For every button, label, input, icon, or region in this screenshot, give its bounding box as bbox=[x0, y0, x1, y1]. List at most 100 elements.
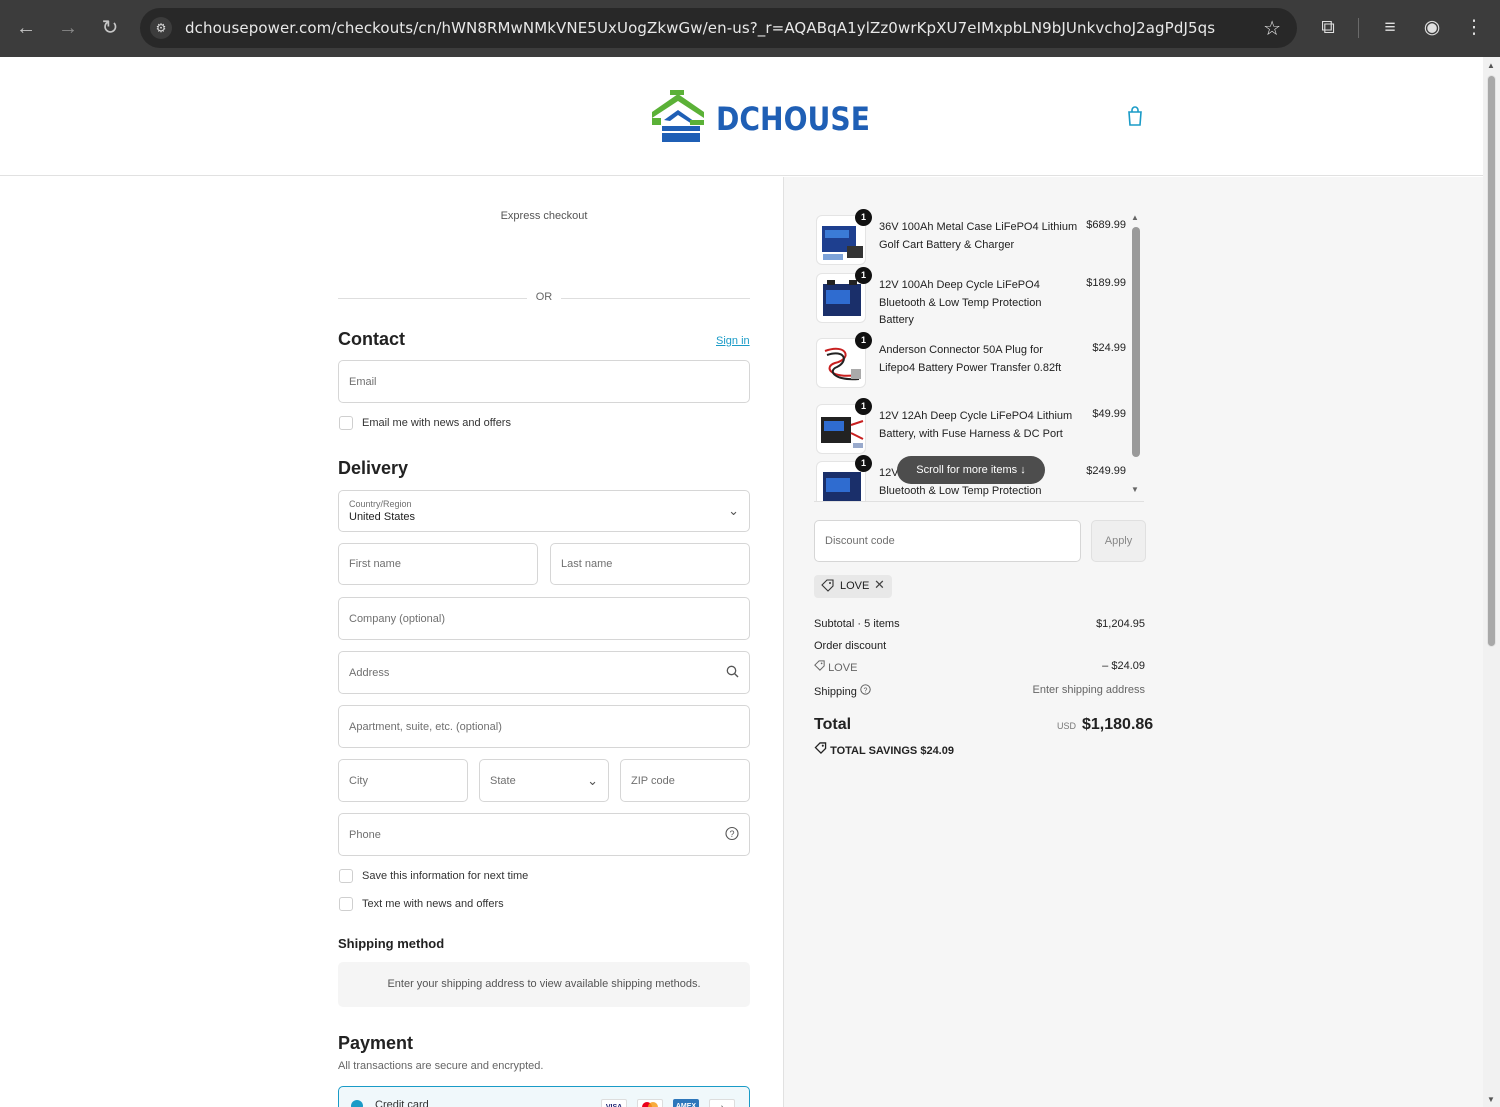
extensions-icon[interactable]: ⧉ bbox=[1314, 14, 1342, 42]
discount-value: – $24.09 bbox=[1102, 660, 1145, 672]
back-icon[interactable]: ← bbox=[12, 14, 40, 42]
shipping-label: Shipping bbox=[814, 686, 857, 698]
savings-value: $24.09 bbox=[920, 745, 954, 757]
cart-item: 1 36V 100Ah Metal Case LiFePO4 Lithium G… bbox=[814, 209, 1128, 273]
city-placeholder: City bbox=[349, 774, 368, 787]
toolbar-divider bbox=[1358, 18, 1359, 38]
shipping-method-notice: Enter your shipping address to view avai… bbox=[338, 962, 750, 1007]
country-label: Country/Region bbox=[349, 499, 412, 509]
cart-item: 1 Anderson Connector 50A Plug for Lifepo… bbox=[814, 332, 1128, 396]
total-label: Total bbox=[814, 716, 852, 733]
forward-icon[interactable]: → bbox=[54, 14, 82, 42]
cart-item: 1 12V 12Ah Deep Cycle LiFePO4 Lithium Ba… bbox=[814, 398, 1128, 462]
quantity-badge: 1 bbox=[855, 398, 872, 415]
express-checkout-label: Express checkout bbox=[500, 210, 588, 222]
or-label: OR bbox=[527, 291, 561, 303]
applied-code: LOVE bbox=[840, 580, 870, 592]
city-field[interactable]: City bbox=[338, 759, 468, 802]
scroll-down-icon[interactable]: ▼ bbox=[1131, 485, 1139, 494]
savings-label: TOTAL SAVINGS bbox=[830, 745, 918, 757]
product-price: $49.99 bbox=[1092, 408, 1126, 420]
product-price: $249.99 bbox=[1086, 465, 1126, 477]
site-header: DCHOUSE bbox=[0, 57, 1483, 176]
visa-icon: VISA bbox=[601, 1099, 627, 1107]
shipping-value: Enter shipping address bbox=[1032, 684, 1145, 696]
reload-icon[interactable]: ↻ bbox=[96, 14, 124, 42]
media-control-icon[interactable]: ≡ bbox=[1376, 14, 1404, 42]
scroll-down-icon[interactable]: ▼ bbox=[1487, 1095, 1495, 1104]
email-field[interactable]: Email bbox=[338, 360, 750, 403]
tag-icon bbox=[814, 742, 830, 757]
apply-button[interactable]: Apply bbox=[1091, 520, 1146, 562]
save-info-checkbox[interactable] bbox=[339, 869, 353, 883]
total-savings-row: TOTAL SAVINGS $24.09 bbox=[814, 742, 954, 757]
product-price: $689.99 bbox=[1086, 219, 1126, 231]
payment-heading: Payment bbox=[338, 1033, 414, 1053]
address-field[interactable]: Address bbox=[338, 651, 750, 694]
discount-placeholder: Discount code bbox=[825, 535, 895, 547]
email-news-label: Email me with news and offers bbox=[362, 417, 511, 429]
credit-card-option[interactable]: Credit card VISA AMEX › bbox=[338, 1086, 750, 1107]
amex-icon: AMEX bbox=[673, 1099, 699, 1107]
company-field[interactable]: Company (optional) bbox=[338, 597, 750, 640]
svg-text:?: ? bbox=[863, 687, 867, 694]
email-news-checkbox[interactable] bbox=[339, 416, 353, 430]
delivery-heading: Delivery bbox=[338, 458, 409, 478]
help-circle-icon[interactable]: ? bbox=[860, 684, 871, 698]
text-news-checkbox[interactable] bbox=[339, 897, 353, 911]
product-name: 36V 100Ah Metal Case LiFePO4 Lithium Gol… bbox=[879, 221, 1078, 251]
scroll-up-icon[interactable]: ▲ bbox=[1487, 61, 1495, 70]
discount-code-field[interactable]: Discount code bbox=[814, 520, 1081, 562]
state-select[interactable]: State ⌄ bbox=[479, 759, 609, 802]
last-name-field[interactable]: Last name bbox=[550, 543, 750, 585]
scroll-up-icon[interactable]: ▲ bbox=[1131, 213, 1139, 222]
last-name-placeholder: Last name bbox=[561, 558, 613, 570]
sign-in-link[interactable]: Sign in bbox=[716, 335, 750, 347]
help-circle-icon[interactable]: ? bbox=[725, 826, 739, 843]
zip-field[interactable]: ZIP code bbox=[620, 759, 750, 802]
brand-logo[interactable]: DCHOUSE bbox=[652, 90, 870, 142]
apartment-field[interactable]: Apartment, suite, etc. (optional) bbox=[338, 705, 750, 748]
menu-icon[interactable]: ⋮ bbox=[1460, 14, 1488, 42]
scrollbar-thumb[interactable] bbox=[1487, 75, 1496, 647]
phone-field[interactable]: Phone ? bbox=[338, 813, 750, 856]
remove-discount-icon[interactable]: ✕ bbox=[874, 577, 885, 593]
bookmark-star-icon[interactable]: ☆ bbox=[1263, 16, 1281, 41]
logo-text: DCHOUSE bbox=[716, 100, 870, 138]
credit-card-label: Credit card bbox=[375, 1099, 429, 1107]
order-discount-code: LOVE bbox=[828, 662, 858, 674]
radio-selected-icon[interactable] bbox=[351, 1100, 363, 1107]
quantity-badge: 1 bbox=[855, 455, 872, 472]
apartment-placeholder: Apartment, suite, etc. (optional) bbox=[349, 720, 502, 733]
page-scrollbar[interactable]: ▲ ▼ bbox=[1483, 57, 1500, 1107]
url-text[interactable]: dchousepower.com/checkouts/cn/hWN8RMwNMk… bbox=[185, 19, 1215, 37]
scrollbar-thumb[interactable] bbox=[1132, 227, 1140, 457]
first-name-placeholder: First name bbox=[349, 558, 401, 570]
save-info-label: Save this information for next time bbox=[362, 870, 529, 882]
country-select[interactable]: Country/Region United States ⌄ bbox=[338, 490, 750, 532]
profile-icon[interactable]: ◉ bbox=[1418, 14, 1446, 42]
arrow-down-icon: ↓ bbox=[1020, 464, 1026, 476]
order-discount-label: Order discount bbox=[814, 640, 887, 652]
site-info-icon[interactable]: ⚙ bbox=[150, 17, 172, 39]
address-bar[interactable]: ⚙ dchousepower.com/checkouts/cn/hWN8RMwN… bbox=[140, 8, 1297, 48]
zip-placeholder: ZIP code bbox=[631, 774, 675, 787]
scroll-for-more-button[interactable]: Scroll for more items ↓ bbox=[897, 456, 1045, 484]
browser-toolbar: ← → ↻ ⚙ dchousepower.com/checkouts/cn/hW… bbox=[0, 0, 1500, 57]
contact-heading: Contact bbox=[338, 329, 405, 349]
product-name: Anderson Connector 50A Plug for Lifepo4 … bbox=[879, 344, 1062, 374]
product-price: $24.99 bbox=[1092, 342, 1126, 354]
cart-items-scrollbar[interactable]: ▲ ▼ bbox=[1131, 213, 1141, 513]
shopping-bag-icon[interactable] bbox=[1125, 105, 1145, 127]
address-placeholder: Address bbox=[349, 666, 390, 679]
mastercard-icon bbox=[637, 1099, 663, 1107]
tag-icon bbox=[814, 660, 828, 674]
state-placeholder: State bbox=[490, 774, 516, 787]
shipping-method-heading: Shipping method bbox=[338, 936, 445, 951]
phone-placeholder: Phone bbox=[349, 828, 381, 841]
product-name: 12V 12Ah Deep Cycle LiFePO4 Lithium Batt… bbox=[879, 410, 1073, 440]
company-placeholder: Company (optional) bbox=[349, 612, 445, 625]
checkout-page: DCHOUSE Express checkout OR Contact Sign… bbox=[0, 57, 1483, 1107]
tag-icon bbox=[821, 579, 834, 595]
first-name-field[interactable]: First name bbox=[338, 543, 538, 585]
